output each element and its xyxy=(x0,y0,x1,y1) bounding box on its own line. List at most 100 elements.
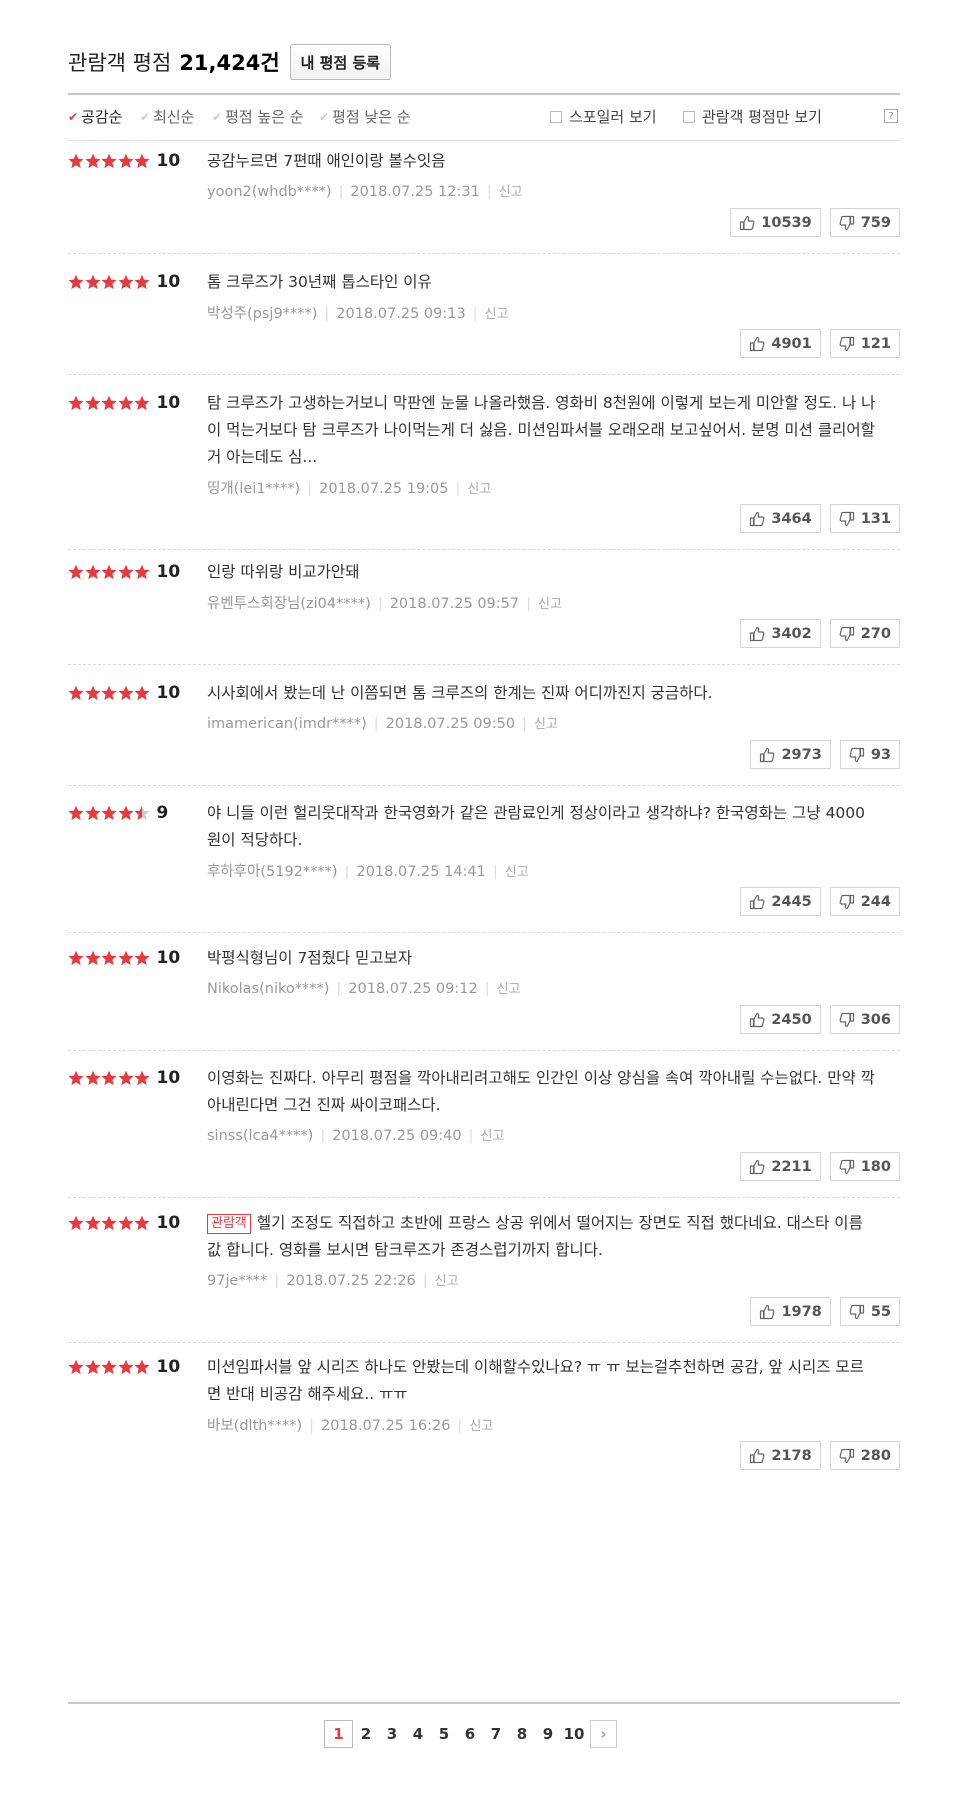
spoiler-checkbox[interactable] xyxy=(550,110,562,123)
report-link[interactable]: 신고 xyxy=(485,307,509,322)
non-sympathy-button[interactable]: 55 xyxy=(839,1297,900,1326)
meta-separator: | xyxy=(324,306,330,322)
sort-sympathy[interactable]: ✔ 공감순 xyxy=(68,106,122,127)
report-link[interactable]: 신고 xyxy=(538,597,562,612)
report-link[interactable]: 신고 xyxy=(435,1274,459,1289)
non-sympathy-button[interactable]: 244 xyxy=(829,887,900,916)
review-meta: yoon2(whdb****) | 2018.07.25 12:31 | 신고 xyxy=(207,181,523,200)
report-link[interactable]: 신고 xyxy=(467,482,491,497)
report-link[interactable]: 신고 xyxy=(469,1419,493,1434)
sympathy-button[interactable]: 4901 xyxy=(740,329,821,358)
review-author[interactable]: imamerican(imdr****) xyxy=(207,716,367,732)
meta-separator: | xyxy=(526,596,531,612)
star-icon xyxy=(118,1359,133,1375)
report-link[interactable]: 신고 xyxy=(505,865,529,880)
review-author[interactable]: 97je**** xyxy=(207,1273,267,1289)
sort-rating-high[interactable]: ✔ 평점 높은 순 xyxy=(212,106,304,127)
review-score: 10 xyxy=(156,948,181,968)
non-sympathy-button[interactable]: 270 xyxy=(829,619,900,648)
audience-only-checkbox[interactable] xyxy=(683,110,695,123)
non-sympathy-button[interactable]: 306 xyxy=(829,1005,900,1034)
non-sympathy-button[interactable]: 93 xyxy=(839,740,900,769)
audience-only-label: 관람객 평점만 보기 xyxy=(702,108,822,126)
review-author[interactable]: 유벤투스회장님(zi04****) xyxy=(207,596,371,612)
page-link[interactable]: 7 xyxy=(483,1720,509,1748)
page-link[interactable]: 5 xyxy=(431,1720,457,1748)
sympathy-button[interactable]: 3402 xyxy=(740,619,821,648)
non-sympathy-button[interactable]: 131 xyxy=(829,504,900,533)
review-author[interactable]: yoon2(whdb****) xyxy=(207,184,332,200)
star-icon xyxy=(68,274,84,290)
meta-separator: | xyxy=(344,864,350,880)
star-rating: 10 xyxy=(68,393,180,413)
star-icon xyxy=(101,1070,117,1086)
sympathy-button[interactable]: 10539 xyxy=(730,208,821,237)
page-link[interactable]: 2 xyxy=(353,1720,379,1748)
sympathy-button[interactable]: 2178 xyxy=(740,1441,821,1470)
review-score: 10 xyxy=(156,562,181,582)
sort-latest[interactable]: ✔ 최신순 xyxy=(140,106,194,127)
star-icon xyxy=(134,950,150,966)
review-meta: 박성주(psj9****) | 2018.07.25 09:13 | 신고 xyxy=(207,302,508,323)
meta-separator: | xyxy=(309,1418,314,1434)
sympathy-button[interactable]: 2445 xyxy=(740,887,821,916)
page-link[interactable]: 1 xyxy=(324,1720,353,1748)
review-content: 박평식형님이 7점줬다 믿고보자 xyxy=(207,945,877,972)
dislike-count: 759 xyxy=(860,214,891,231)
report-link[interactable]: 신고 xyxy=(497,982,521,997)
page-link[interactable]: 10 xyxy=(561,1720,587,1748)
review-author[interactable]: 띵개(lei1****) xyxy=(207,481,300,497)
review-text: 공감누르면 7편때 애인이랑 볼수잇음 xyxy=(207,152,446,170)
review-author[interactable]: 후하후아(5192****) xyxy=(207,864,338,880)
thumb-down-icon xyxy=(839,894,854,909)
meta-separator: | xyxy=(472,306,478,322)
non-sympathy-button[interactable]: 121 xyxy=(829,329,900,358)
sort-label: 공감순 xyxy=(81,108,123,126)
sympathy-button[interactable]: 1978 xyxy=(750,1297,831,1326)
report-link[interactable]: 신고 xyxy=(481,1129,505,1144)
review-text: 헬기 조정도 직접하고 초반에 프랑스 상공 위에서 떨어지는 장면도 직접 했… xyxy=(207,1214,863,1259)
star-icon xyxy=(68,685,84,701)
audience-only-toggle[interactable]: 관람객 평점만 보기 xyxy=(683,106,822,127)
non-sympathy-button[interactable]: 180 xyxy=(829,1152,900,1181)
sympathy-button[interactable]: 3464 xyxy=(740,504,821,533)
star-icon xyxy=(68,153,84,169)
star-icon xyxy=(118,153,133,169)
meta-separator: | xyxy=(336,981,342,997)
meta-separator: | xyxy=(307,481,313,497)
page-link[interactable]: 9 xyxy=(535,1720,561,1748)
report-link[interactable]: 신고 xyxy=(499,185,523,200)
non-sympathy-button[interactable]: 280 xyxy=(829,1441,900,1470)
page-link[interactable]: 3 xyxy=(379,1720,405,1748)
page-link[interactable]: 6 xyxy=(457,1720,483,1748)
sympathy-button[interactable]: 2973 xyxy=(750,740,831,769)
star-icon xyxy=(85,685,100,701)
page-link[interactable]: 8 xyxy=(509,1720,535,1748)
page-link[interactable]: 4 xyxy=(405,1720,431,1748)
sympathy-button[interactable]: 2450 xyxy=(740,1005,821,1034)
spoiler-toggle[interactable]: 스포일러 보기 xyxy=(550,106,657,127)
star-icon xyxy=(68,950,84,966)
register-review-button[interactable]: 내 평점 등록 xyxy=(289,44,392,80)
review-meta: 97je**** | 2018.07.25 22:26 | 신고 xyxy=(207,1270,459,1289)
review-text: 미션임파서블 앞 시리즈 하나도 안봤는데 이해할수있나요? ㅠ ㅠ 보는걸추천… xyxy=(207,1358,864,1403)
sort-rating-low[interactable]: ✔ 평점 낮은 순 xyxy=(319,106,411,127)
star-icon xyxy=(134,685,150,701)
check-icon: ✔ xyxy=(319,109,330,124)
review-author[interactable]: 바보(dlth****) xyxy=(207,1418,302,1434)
review-author[interactable]: 박성주(psj9****) xyxy=(207,306,317,322)
star-icon xyxy=(118,685,133,701)
vote-buttons: 2445 244 xyxy=(731,887,900,916)
review-text: 야 니들 이런 헐리웃대작과 한국영화가 같은 관람료인게 정상이라고 생각하냐… xyxy=(207,804,866,849)
help-icon[interactable]: ? xyxy=(884,109,898,123)
review-author[interactable]: sinss(lca4****) xyxy=(207,1128,313,1144)
next-page-icon[interactable]: › xyxy=(590,1720,617,1748)
review-divider xyxy=(68,932,900,934)
report-link[interactable]: 신고 xyxy=(534,717,558,732)
non-sympathy-button[interactable]: 759 xyxy=(829,208,900,237)
review-date: 2018.07.25 09:50 xyxy=(385,716,516,732)
sympathy-button[interactable]: 2211 xyxy=(740,1152,821,1181)
star-icon xyxy=(68,805,84,821)
review-text: 인랑 따위랑 비교가안돼 xyxy=(207,563,360,581)
review-author[interactable]: Nikolas(niko****) xyxy=(207,981,329,997)
